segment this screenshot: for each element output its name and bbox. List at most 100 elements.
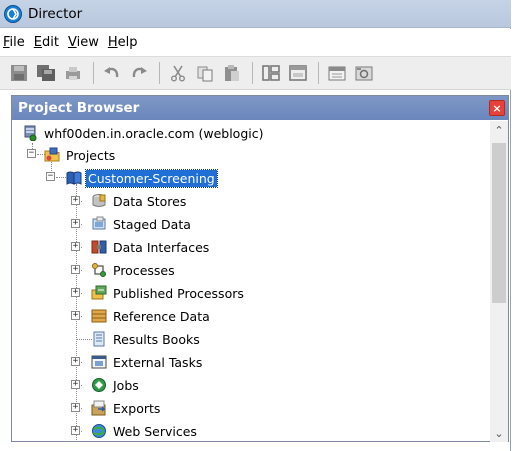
undo-button[interactable] bbox=[101, 62, 123, 84]
save-button[interactable] bbox=[8, 62, 30, 84]
tree-node-label: Published Processors bbox=[113, 285, 244, 301]
paste-icon bbox=[225, 65, 239, 81]
tree-node-processes[interactable]: Processes bbox=[91, 259, 177, 281]
save-all-icon bbox=[37, 65, 55, 81]
menu-edit[interactable]: Edit bbox=[34, 35, 59, 50]
expand-icon[interactable]: + bbox=[71, 265, 80, 274]
director-app-icon bbox=[4, 4, 22, 23]
toolbar-separator bbox=[252, 62, 253, 84]
web-services-icon bbox=[92, 424, 106, 438]
exports-icon bbox=[91, 400, 106, 416]
layout-button[interactable] bbox=[260, 62, 282, 84]
expand-icon[interactable]: + bbox=[71, 242, 80, 251]
published-processor-icon bbox=[91, 285, 107, 300]
data-interface-icon bbox=[91, 240, 107, 254]
tree-node-label: External Tasks bbox=[113, 354, 203, 370]
scroll-up-icon[interactable]: ⌃ bbox=[490, 121, 508, 139]
tree-server-node[interactable]: whf00den.in.oracle.com (weblogic) bbox=[22, 122, 265, 144]
calendar-icon bbox=[328, 66, 346, 81]
title-bar: Director bbox=[0, 0, 511, 28]
scroll-down-icon[interactable]: ⌄ bbox=[490, 424, 508, 442]
window-icon bbox=[289, 65, 307, 81]
expand-icon[interactable]: + bbox=[71, 311, 80, 320]
expand-icon[interactable]: + bbox=[71, 288, 80, 297]
tree-node-data-stores[interactable]: Data Stores bbox=[91, 190, 188, 212]
tree-node-exports[interactable]: Exports bbox=[91, 397, 162, 419]
reference-data-icon bbox=[91, 309, 107, 323]
redo-button[interactable] bbox=[128, 62, 150, 84]
copy-button[interactable] bbox=[194, 62, 216, 84]
expand-icon[interactable]: + bbox=[71, 380, 80, 389]
server-icon bbox=[24, 125, 37, 141]
project-book-icon bbox=[66, 171, 82, 185]
tree-node-web-services[interactable]: Web Services bbox=[91, 420, 199, 442]
expand-icon[interactable]: + bbox=[71, 403, 80, 412]
expand-icon[interactable]: + bbox=[71, 357, 80, 366]
undo-icon bbox=[104, 67, 119, 78]
scroll-thumb[interactable] bbox=[492, 143, 506, 303]
tree-node-label: Data Interfaces bbox=[113, 239, 210, 255]
menu-bar: File Edit View Help bbox=[0, 29, 511, 56]
director-window: Director File Edit View Help Project Bro… bbox=[0, 0, 511, 451]
tree-node-label: Jobs bbox=[113, 377, 139, 393]
print-icon bbox=[66, 67, 80, 80]
process-icon bbox=[92, 263, 106, 277]
expand-icon[interactable]: + bbox=[71, 219, 80, 228]
toolbar-separator bbox=[159, 62, 160, 84]
collapse-icon[interactable]: − bbox=[27, 149, 36, 158]
expand-icon[interactable]: + bbox=[71, 196, 80, 205]
save-all-button[interactable] bbox=[35, 62, 57, 84]
menu-help[interactable]: Help bbox=[108, 35, 138, 50]
tree-node-label: Staged Data bbox=[113, 216, 191, 232]
menu-view[interactable]: View bbox=[68, 35, 99, 50]
tree-node-staged-data[interactable]: Staged Data bbox=[91, 213, 193, 235]
cut-button[interactable] bbox=[167, 62, 189, 84]
staged-data-icon bbox=[92, 216, 106, 230]
window-button[interactable] bbox=[287, 62, 309, 84]
vertical-scrollbar[interactable]: ⌃ ⌄ bbox=[490, 121, 508, 442]
tree-node-label: Results Books bbox=[113, 331, 200, 347]
tree-node-published-processors[interactable]: Published Processors bbox=[91, 282, 246, 304]
database-icon bbox=[92, 194, 106, 207]
snapshot-icon bbox=[355, 66, 373, 81]
tree-node-data-interfaces[interactable]: Data Interfaces bbox=[91, 236, 211, 258]
tree-node-label: Data Stores bbox=[113, 193, 187, 209]
collapse-icon[interactable]: − bbox=[46, 172, 55, 181]
tree-node-external-tasks[interactable]: External Tasks bbox=[91, 351, 204, 373]
projects-folder-icon bbox=[44, 147, 60, 162]
tree-project-node[interactable]: Customer-Screening bbox=[66, 167, 218, 189]
external-task-icon bbox=[91, 355, 107, 369]
tree-node-label: Reference Data bbox=[113, 308, 210, 324]
server-label: whf00den.in.oracle.com (weblogic) bbox=[44, 125, 264, 141]
copy-icon bbox=[197, 66, 213, 82]
jobs-icon bbox=[92, 378, 106, 392]
redo-icon bbox=[132, 67, 147, 78]
cut-icon bbox=[171, 65, 185, 82]
projects-label: Projects bbox=[66, 147, 116, 163]
menu-file[interactable]: File bbox=[3, 35, 25, 50]
close-icon[interactable]: × bbox=[489, 100, 505, 116]
expand-icon[interactable]: + bbox=[71, 426, 80, 435]
tree-node-results-books[interactable]: Results Books bbox=[91, 328, 202, 350]
tree-node-jobs[interactable]: Jobs bbox=[91, 374, 141, 396]
toolbar-separator bbox=[93, 62, 94, 84]
toolbar-separator bbox=[318, 62, 319, 84]
panel-header: Project Browser × bbox=[12, 96, 508, 120]
calendar-button[interactable] bbox=[326, 62, 348, 84]
tree-guide bbox=[76, 339, 92, 340]
panel-title: Project Browser bbox=[18, 100, 140, 116]
tree-node-label: Web Services bbox=[113, 423, 197, 439]
save-icon bbox=[11, 65, 27, 81]
paste-button[interactable] bbox=[221, 62, 243, 84]
tree-projects-node[interactable]: Projects bbox=[44, 144, 117, 166]
toolbar bbox=[0, 56, 511, 90]
project-tree: whf00den.in.oracle.com (weblogic) − Proj… bbox=[12, 121, 490, 442]
project-browser-panel: Project Browser × whf00den.in.oracle.com… bbox=[11, 95, 509, 442]
tree-guide bbox=[56, 177, 66, 178]
layout-icon bbox=[262, 65, 280, 81]
snapshot-button[interactable] bbox=[353, 62, 375, 84]
tree-node-label: Exports bbox=[113, 400, 161, 416]
print-button[interactable] bbox=[62, 62, 84, 84]
tree-node-reference-data[interactable]: Reference Data bbox=[91, 305, 212, 327]
window-title: Director bbox=[28, 5, 83, 22]
